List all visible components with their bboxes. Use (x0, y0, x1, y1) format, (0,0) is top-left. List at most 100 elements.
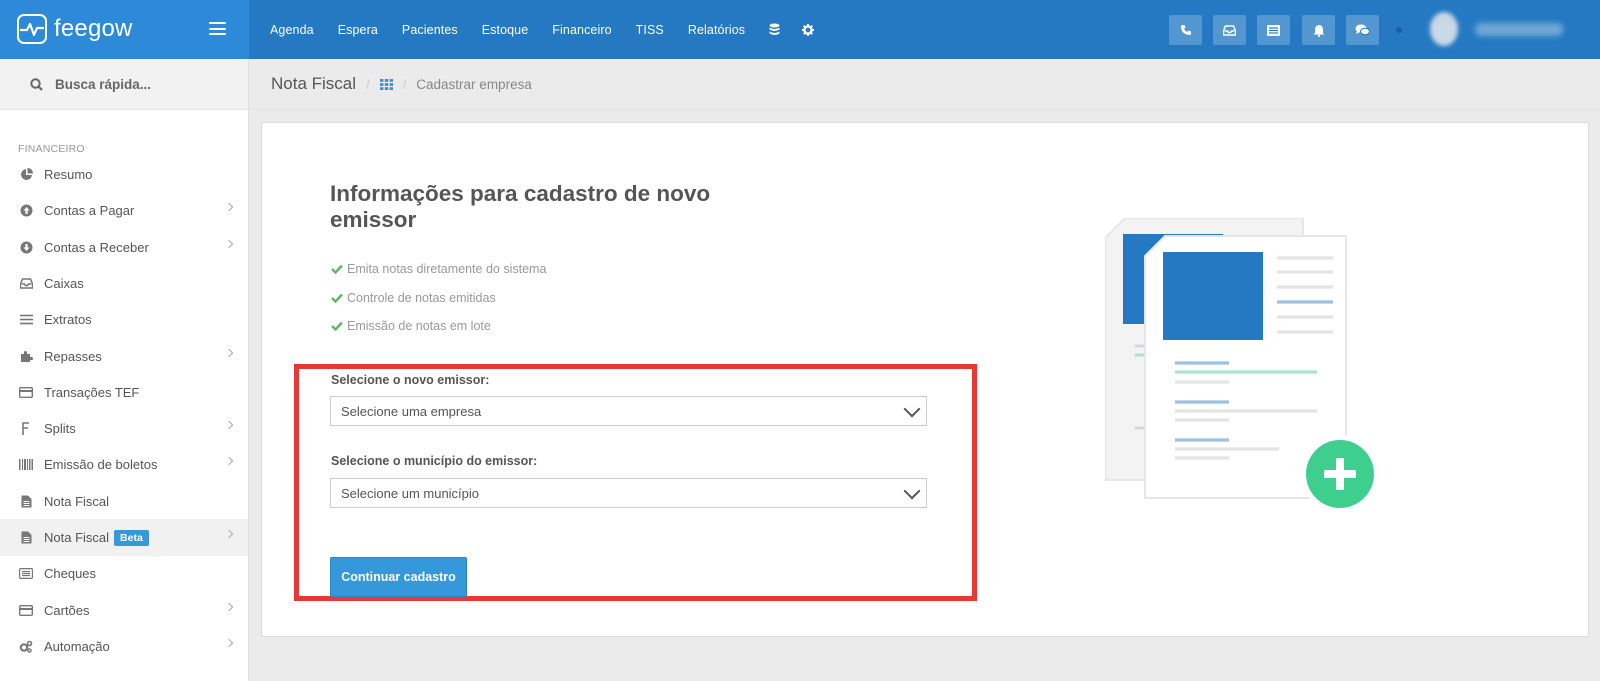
sidebar-item[interactable]: Contas a Receber (0, 229, 248, 266)
plus-icon (1301, 435, 1379, 513)
sidebar-item[interactable]: Emissão de boletos (0, 446, 248, 483)
arrow-up-circle-icon (18, 203, 34, 219)
sidebar-item[interactable]: Splits (0, 410, 248, 447)
avatar[interactable] (1430, 12, 1458, 46)
form-heading: Informações para cadastro de novo emisso… (330, 181, 711, 232)
breadcrumb: Nota Fiscal / / Cadastrar empresa (250, 59, 1600, 110)
notifications-button[interactable] (1302, 15, 1335, 45)
sidebar-item-label: Cartões (44, 602, 90, 618)
grid-icon[interactable] (379, 78, 393, 90)
sidebar-item-label: Extratos (44, 312, 92, 328)
check-icon (331, 293, 343, 303)
chevron-right-icon (224, 529, 234, 539)
sidebar: Busca rápida... FINANCEIRO Resumo Contas … (0, 59, 249, 681)
inbox-button[interactable] (1213, 15, 1246, 45)
check-icon (331, 321, 343, 331)
chevron-right-icon (224, 457, 234, 466)
nav-pacientes[interactable]: Pacientes (402, 23, 458, 37)
search-icon (30, 77, 43, 91)
barcode-icon (18, 457, 34, 473)
sidebar-item[interactable]: Extratos (0, 301, 248, 338)
brand-name: feegow (54, 15, 133, 42)
sidebar-item-label: Nota Fiscal (44, 493, 110, 509)
menu-toggle-icon[interactable] (209, 22, 226, 35)
municipio-label: Selecione o município do emissor: (331, 454, 538, 468)
sidebar-item-label: Transações TEF (44, 384, 140, 400)
search-input[interactable]: Busca rápida... (55, 77, 151, 92)
sidebar-item[interactable]: Caixas (0, 265, 248, 302)
database-icon[interactable] (769, 23, 780, 36)
feature-text: Emissão de notas em lote (347, 319, 491, 333)
nav-tiss[interactable]: TISS (636, 23, 664, 37)
sidebar-item-label: Resumo (44, 167, 93, 182)
list-icon (1267, 24, 1280, 36)
sidebar-item[interactable]: Cheques (0, 555, 248, 592)
top-nav: Agenda Espera Pacientes Estoque Financei… (270, 0, 836, 59)
page-title: Nota Fiscal (271, 74, 357, 93)
feature-item: Emissão de notas em lote (331, 319, 491, 333)
sidebar-item[interactable]: Nota Fiscal (0, 483, 248, 520)
logo[interactable]: feegow (17, 14, 133, 44)
sidebar-item[interactable]: Repasses (0, 338, 248, 375)
sidebar-item-label: Emissão de boletos (44, 457, 158, 473)
sidebar-item[interactable]: Cartões (0, 592, 248, 629)
list-button[interactable] (1257, 15, 1290, 45)
documents-illustration (1105, 218, 1379, 513)
file-icon (18, 530, 34, 546)
puzzle-icon (18, 348, 34, 364)
credit-card-icon (18, 602, 34, 618)
quick-search[interactable]: Busca rápida... (0, 59, 248, 110)
nav-agenda[interactable]: Agenda (270, 23, 314, 37)
nav-estoque[interactable]: Estoque (482, 23, 529, 37)
sidebar-item[interactable]: Nota Fiscal Beta (0, 519, 248, 556)
chevron-down-icon (903, 482, 921, 500)
chat-button[interactable] (1346, 15, 1379, 45)
emissor-select[interactable]: Selecione uma empresa (330, 396, 927, 426)
sidebar-item-label: Repasses (44, 348, 102, 364)
chevron-right-icon (224, 239, 234, 248)
chevron-down-icon (903, 400, 921, 418)
breadcrumb-separator: / (366, 76, 370, 92)
chevron-right-icon (224, 348, 234, 357)
username[interactable] (1475, 23, 1563, 36)
check-list-icon (18, 566, 34, 582)
sidebar-item[interactable]: Automação (0, 628, 248, 665)
top-bar: feegow Agenda Espera Pacientes Estoque F… (0, 0, 1600, 59)
credit-card-icon (18, 384, 34, 400)
beta-badge: Beta (114, 529, 149, 546)
chevron-right-icon (224, 203, 234, 212)
gear-icon[interactable] (802, 23, 815, 36)
sidebar-section-title: FINANCEIRO (18, 143, 85, 155)
feature-text: Emita notas diretamente do sistema (347, 262, 547, 276)
brand-area: feegow (0, 0, 249, 59)
breadcrumb-separator: / (402, 76, 407, 92)
nav-financeiro[interactable]: Financeiro (552, 23, 611, 37)
emissor-select-value: Selecione uma empresa (341, 403, 482, 419)
sidebar-item[interactable]: Resumo (0, 156, 248, 193)
main-panel: Informações para cadastro de novo emisso… (261, 122, 1589, 637)
nav-relatorios[interactable]: Relatórios (688, 23, 745, 37)
list-icon (18, 312, 34, 328)
sidebar-item-label: Caixas (44, 275, 84, 291)
feature-text: Controle de notas emitidas (347, 291, 496, 305)
breadcrumb-current: Cadastrar empresa (416, 76, 532, 92)
sidebar-item-label: Contas a Pagar (44, 203, 135, 219)
check-icon (331, 264, 343, 274)
inbox-icon (18, 275, 34, 291)
pie-chart-icon (18, 167, 34, 183)
chevron-right-icon (224, 638, 234, 648)
municipio-select[interactable]: Selecione um município (330, 478, 927, 508)
phone-button[interactable] (1169, 15, 1202, 45)
file-icon (18, 493, 34, 509)
cogs-icon (18, 638, 34, 654)
sidebar-item[interactable]: Contas a Pagar (0, 192, 248, 229)
chat-icon (1355, 24, 1370, 36)
status-indicator (1396, 27, 1402, 33)
nav-espera[interactable]: Espera (338, 23, 378, 37)
inbox-icon (1223, 24, 1236, 36)
sidebar-item-label: Nota Fiscal (44, 530, 110, 545)
sidebar-item[interactable]: Transações TEF (0, 374, 248, 411)
heartbeat-icon (17, 14, 47, 44)
sidebar-item-label: Contas a Receber (44, 239, 149, 255)
continue-button[interactable]: Continuar cadastro (330, 557, 467, 597)
